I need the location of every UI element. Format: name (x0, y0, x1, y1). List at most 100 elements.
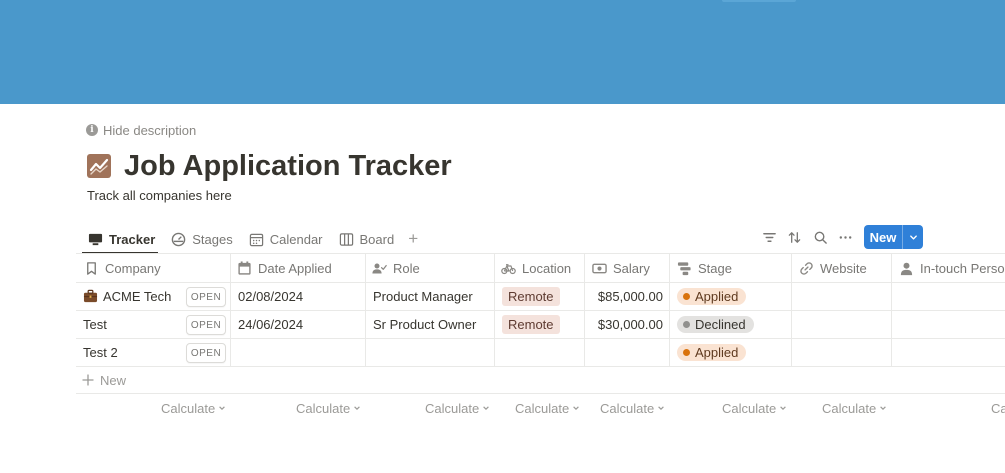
company-name: Test 2 (83, 344, 118, 360)
column-header-in-touch-person[interactable]: In-touch Person (899, 254, 1005, 282)
bookmark-icon (87, 261, 96, 275)
bike-icon (501, 263, 516, 274)
calendar-icon (249, 233, 263, 246)
row-border (76, 366, 1005, 367)
column-divider (494, 254, 495, 366)
page-title[interactable]: Job Application Tracker (124, 150, 452, 183)
tab-label: Calendar (269, 231, 323, 247)
table-row-company-cell[interactable]: ACME Tech (83, 282, 183, 310)
table-row-company-cell[interactable]: Test 2 (83, 338, 183, 366)
calculate-date-applied[interactable]: Calculate (296, 398, 361, 418)
open-row-button[interactable]: OPEN (186, 287, 226, 307)
column-header-label: Date Applied (258, 260, 332, 276)
sort-button[interactable] (785, 228, 803, 246)
column-header-website[interactable]: Website (799, 254, 887, 282)
calculate-label: Calculate (161, 400, 216, 416)
column-header-role[interactable]: Role (372, 254, 490, 282)
chevron-down-icon (780, 406, 787, 411)
role-cell[interactable]: Sr Product Owner (373, 310, 476, 338)
filter-button[interactable] (760, 228, 778, 246)
salary-cell[interactable]: $85,000.00 (585, 282, 663, 310)
person-check-icon (372, 263, 387, 273)
add-row-button[interactable]: New (82, 367, 126, 393)
page-description[interactable]: Track all companies here (87, 188, 232, 203)
calculate-label: Calculate (600, 400, 655, 416)
chart-line-icon[interactable] (86, 153, 112, 179)
salary-cell[interactable]: $30,000.00 (585, 310, 663, 338)
date-applied-cell[interactable]: 02/08/2024 (238, 282, 303, 310)
column-header-stage[interactable]: Stage (677, 254, 787, 282)
add-view-button[interactable]: + (404, 229, 422, 249)
stage-badge: Declined (677, 315, 754, 333)
location-cell[interactable]: Remote (502, 282, 560, 310)
new-dropdown-button[interactable] (902, 225, 923, 249)
role-cell[interactable]: Product Manager (373, 282, 473, 310)
hide-description-button[interactable]: i Hide description (86, 121, 196, 139)
open-row-button[interactable]: OPEN (186, 343, 226, 363)
calculate-label: Ca (991, 400, 1005, 416)
calculate-salary[interactable]: Calculate (600, 398, 665, 418)
chevron-down-icon (880, 406, 887, 411)
stage-cell[interactable]: Applied (677, 282, 747, 310)
person-icon (900, 262, 913, 275)
calculate-in-touch-person[interactable]: Ca (991, 398, 1005, 418)
location-cell[interactable]: Remote (502, 310, 560, 338)
column-divider (230, 254, 231, 366)
column-header-label: Company (105, 260, 161, 276)
location-tag: Remote (502, 286, 560, 306)
briefcase-icon (83, 289, 98, 303)
search-button[interactable] (811, 228, 829, 246)
cover-image[interactable] (0, 0, 1005, 104)
hide-description-label: Hide description (103, 122, 197, 138)
chevron-down-icon (658, 406, 665, 411)
row-border (76, 338, 1005, 339)
calculate-role[interactable]: Calculate (425, 398, 490, 418)
chevron-down-icon (573, 406, 580, 411)
tab-tracker[interactable]: Tracker (82, 225, 161, 253)
cover-reposition-handle (722, 0, 796, 2)
info-icon: i (86, 124, 98, 136)
calculate-label: Calculate (515, 400, 570, 416)
tab-calendar[interactable]: Calendar (243, 225, 329, 253)
column-header-label: Location (522, 260, 572, 276)
new-button[interactable]: New (864, 225, 923, 249)
company-name: ACME Tech (103, 288, 172, 304)
table-icon (88, 233, 103, 245)
stage-label: Declined (695, 316, 746, 332)
column-header-location[interactable]: Location (501, 254, 581, 282)
stage-label: Applied (695, 344, 739, 360)
sort-icon (788, 231, 800, 243)
board-icon (339, 232, 353, 246)
column-header-salary[interactable]: Salary (592, 254, 667, 282)
chevron-down-icon (219, 406, 226, 411)
calculate-company[interactable]: Calculate (161, 398, 226, 418)
table-row-company-cell[interactable]: Test (83, 310, 183, 338)
page-title-row: Job Application Tracker (86, 148, 452, 184)
add-row-label: New (100, 372, 127, 388)
chevron-down-icon (354, 406, 361, 411)
company-name: Test (83, 316, 107, 332)
column-divider (891, 254, 892, 366)
stage-cell[interactable]: Applied (677, 338, 747, 366)
tab-stages[interactable]: Stages (165, 225, 238, 253)
chevron-down-icon (483, 406, 490, 411)
tab-label: Tracker (109, 231, 156, 247)
location-tag: Remote (502, 314, 560, 334)
tab-board[interactable]: Board (333, 225, 401, 253)
calculate-stage[interactable]: Calculate (722, 398, 787, 418)
open-row-button[interactable]: OPEN (186, 315, 226, 335)
calculate-label: Calculate (822, 400, 877, 416)
calculate-location[interactable]: Calculate (515, 398, 580, 418)
stage-cell[interactable]: Declined (677, 310, 754, 338)
more-dots-icon (839, 235, 851, 239)
calculate-website[interactable]: Calculate (822, 398, 887, 418)
column-header-label: Website (820, 260, 867, 276)
column-header-company[interactable]: Company (84, 254, 224, 282)
search-icon (814, 231, 827, 244)
more-options-button[interactable] (836, 228, 854, 246)
stage-badge: Applied (677, 287, 747, 305)
date-applied-cell[interactable]: 24/06/2024 (238, 310, 303, 338)
tab-label: Stages (192, 231, 233, 247)
stage-icon (677, 261, 691, 275)
column-header-date-applied[interactable]: Date Applied (237, 254, 361, 282)
